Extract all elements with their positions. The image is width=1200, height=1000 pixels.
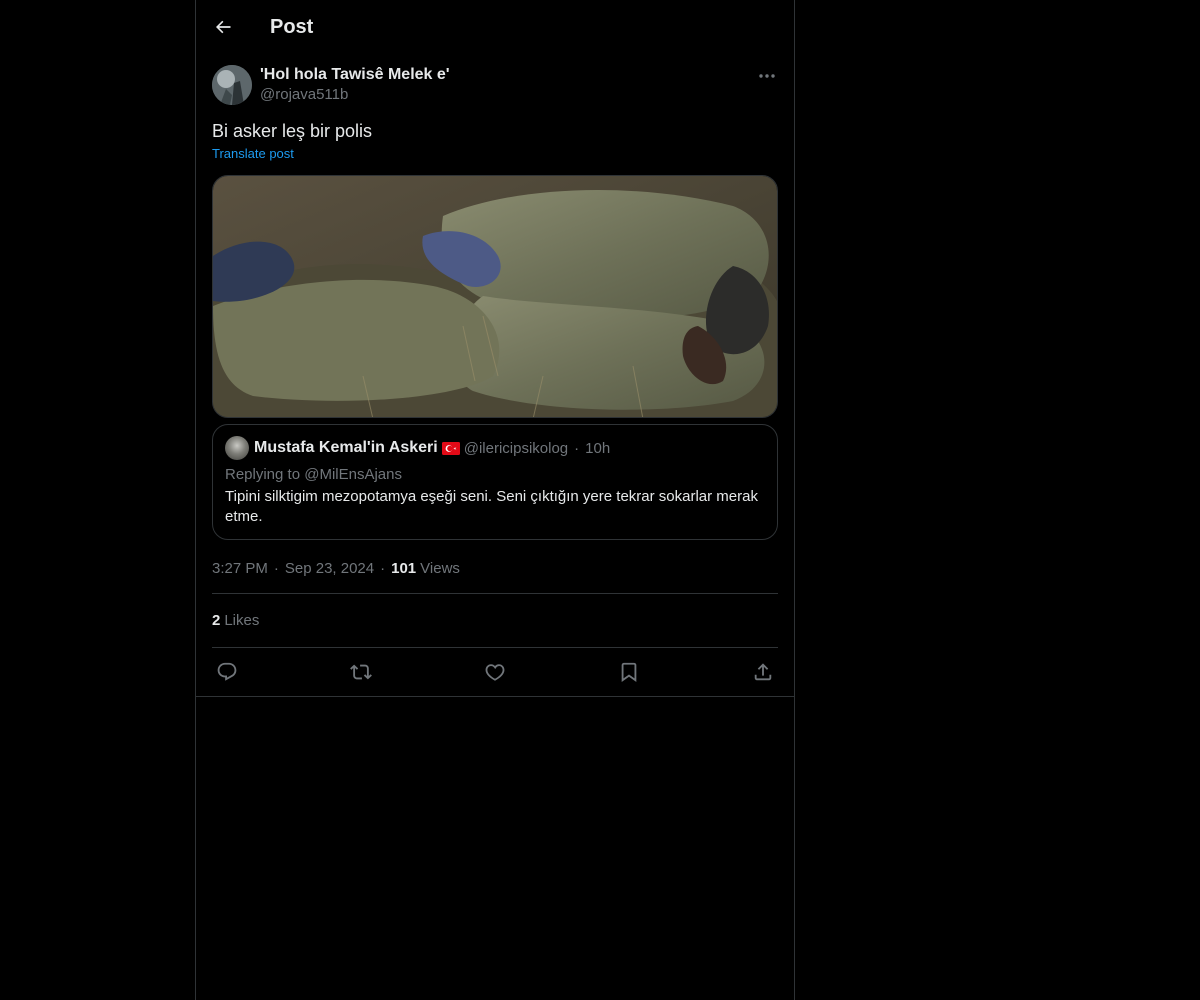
translate-post-link[interactable]: Translate post (212, 145, 778, 163)
post-author: 'Hol hola Tawisê Melek e' @rojava511b (212, 65, 778, 105)
ellipsis-icon (759, 74, 775, 78)
share-button[interactable] (752, 661, 774, 683)
turkey-flag-icon (441, 441, 460, 455)
author-avatar[interactable] (212, 65, 252, 105)
action-bar (212, 648, 778, 696)
bookmark-icon (621, 662, 637, 682)
views-count: 101 (391, 560, 417, 577)
repost-button[interactable] (350, 661, 372, 683)
post-text: Bi asker leş bir polis (212, 121, 373, 141)
replying-to-handle[interactable]: @MilEnsAjans (304, 466, 402, 483)
back-button[interactable] (212, 16, 234, 38)
reply-button[interactable] (216, 661, 238, 683)
likes-count: 2 (212, 612, 221, 629)
post-date[interactable]: Sep 23, 2024 (285, 560, 374, 577)
likes-label: Likes (224, 612, 260, 629)
quoted-author-avatar[interactable] (225, 436, 249, 460)
quoted-post-text: Tipini silktigim mezopotamya eşeği seni.… (225, 488, 758, 525)
like-button[interactable] (484, 661, 506, 683)
replying-label: Replying to (225, 466, 301, 483)
separator-dot: · (273, 560, 279, 577)
post-photo (213, 176, 777, 417)
page-header: Post (196, 0, 794, 54)
avatar-image (212, 65, 252, 105)
share-icon (754, 663, 772, 681)
quoted-post[interactable]: Mustafa Kemal'in Askeri @ilericipsikolog… (212, 424, 778, 540)
post-meta: 3:27 PM · Sep 23, 2024 · 101 Views (212, 560, 778, 577)
likes-stat[interactable]: 2 Likes (212, 594, 778, 647)
page-title: Post (270, 15, 314, 38)
views-label: Views (420, 560, 460, 577)
heart-icon (485, 664, 505, 681)
quoted-post-time: 10h (585, 439, 611, 457)
post-time[interactable]: 3:27 PM (212, 560, 268, 577)
separator-dot: · (380, 560, 386, 577)
quoted-post-header: Mustafa Kemal'in Askeri @ilericipsikolog… (225, 436, 765, 460)
quoted-author-handle[interactable]: @ilericipsikolog (464, 440, 568, 457)
replying-to-line: Replying to @MilEnsAjans (225, 466, 765, 483)
bookmark-button[interactable] (618, 661, 640, 683)
main-column: Post 'Hol hola Tawisê Melek e' @rojava51… (195, 0, 795, 1000)
separator-dot: · (574, 439, 580, 457)
divider (196, 696, 794, 697)
arrow-left-icon (216, 20, 231, 34)
author-names: 'Hol hola Tawisê Melek e' @rojava511b (260, 65, 450, 105)
reply-bubble-icon (217, 662, 237, 681)
post-media[interactable] (212, 175, 778, 418)
repost-icon (350, 664, 372, 680)
more-options-button[interactable] (756, 67, 778, 85)
post: 'Hol hola Tawisê Melek e' @rojava511b Bi… (196, 65, 794, 697)
author-handle[interactable]: @rojava511b (260, 85, 450, 105)
author-display-name[interactable]: 'Hol hola Tawisê Melek e' (260, 65, 450, 85)
quoted-author-display-name[interactable]: Mustafa Kemal'in Askeri (254, 439, 438, 457)
